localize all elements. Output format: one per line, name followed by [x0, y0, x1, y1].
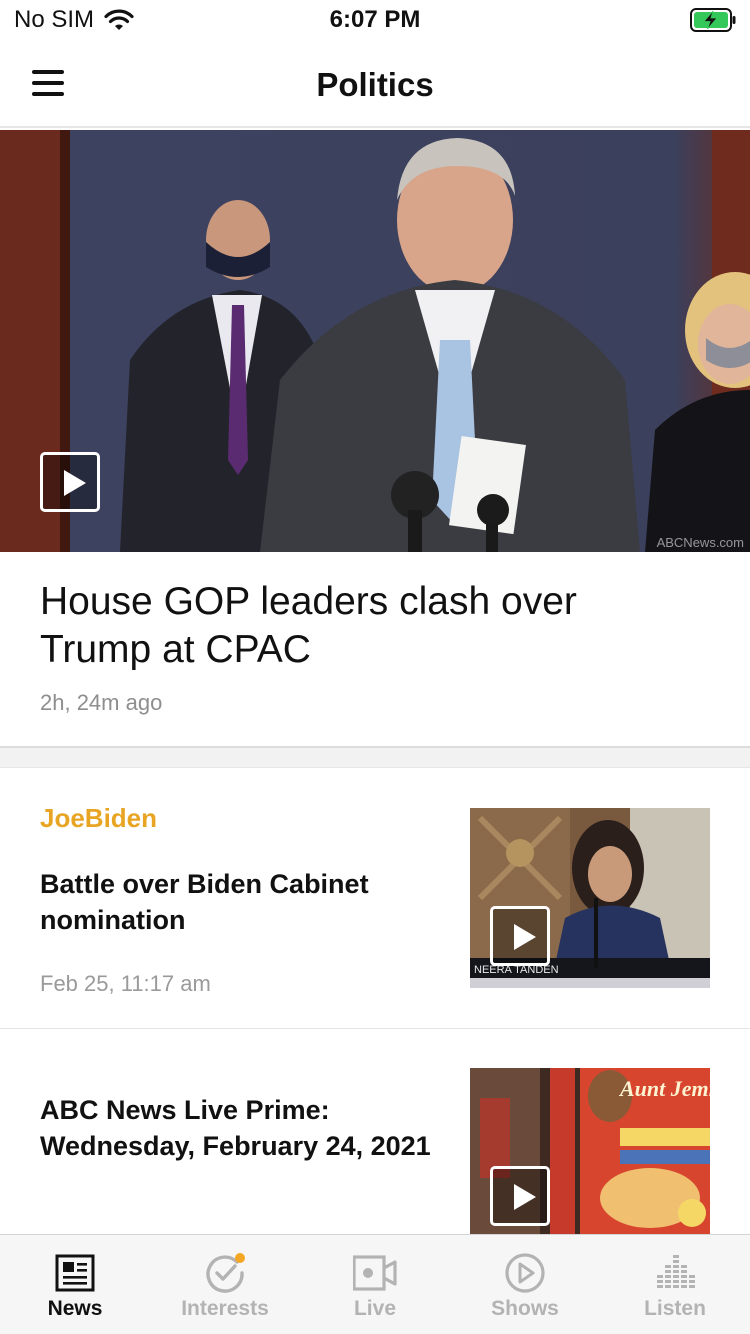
tab-listen[interactable]: Listen — [600, 1235, 750, 1334]
story-title[interactable]: Battle over Biden Cabinet nomination — [40, 866, 440, 938]
play-circle-icon — [505, 1253, 545, 1293]
hero-watermark: ABCNews.com — [656, 535, 744, 550]
tab-label: Shows — [491, 1297, 559, 1320]
story-thumbnail[interactable]: NEERA TANDEN — [470, 808, 710, 988]
story-card[interactable]: ABC News Live Prime: Wednesday, February… — [0, 1029, 750, 1234]
story-title[interactable]: ABC News Live Prime: Wednesday, February… — [40, 1092, 440, 1164]
story-thumbnail[interactable]: Aunt Jemima — [470, 1068, 710, 1234]
hero-timestamp: 2h, 24m ago — [40, 690, 163, 715]
tab-label: Interests — [181, 1297, 269, 1320]
story-category-tag[interactable]: JoeBiden — [40, 803, 157, 834]
status-bar: No SIM 6:07 PM — [0, 0, 750, 40]
tab-bar: News Interests Live Shows Listen — [0, 1234, 750, 1334]
story-card[interactable]: JoeBiden Battle over Biden Cabinet nomin… — [0, 769, 750, 1029]
video-camera-icon — [353, 1255, 397, 1291]
thumbnail-play-button[interactable] — [490, 906, 550, 966]
tab-live[interactable]: Live — [300, 1235, 450, 1334]
newspaper-icon — [55, 1254, 95, 1292]
tab-label: News — [47, 1297, 103, 1320]
status-time: 6:07 PM — [329, 6, 421, 33]
story-timestamp: Feb 25, 11:17 am — [40, 971, 211, 996]
battery-charging-icon — [690, 8, 736, 32]
thumbnail-caption: Aunt Jemima — [618, 1076, 710, 1101]
section-divider — [0, 746, 750, 768]
tab-news[interactable]: News — [0, 1235, 150, 1334]
thumbnail-play-button[interactable] — [490, 1166, 550, 1226]
hero-play-button[interactable] — [40, 452, 100, 512]
interests-check-icon — [206, 1253, 245, 1293]
hero-image[interactable]: ABCNews.com — [0, 130, 750, 552]
audio-bars-icon — [657, 1255, 695, 1288]
tab-label: Listen — [644, 1297, 706, 1320]
tab-shows[interactable]: Shows — [450, 1235, 600, 1334]
tab-interests[interactable]: Interests — [150, 1235, 300, 1334]
hero-headline[interactable]: House GOP leaders clash over Trump at CP… — [40, 578, 680, 674]
hero-photo — [0, 130, 750, 552]
nav-header: Politics — [0, 40, 750, 128]
tab-label: Live — [353, 1297, 397, 1320]
notification-dot — [235, 1253, 245, 1263]
page-title: Politics — [316, 66, 434, 103]
